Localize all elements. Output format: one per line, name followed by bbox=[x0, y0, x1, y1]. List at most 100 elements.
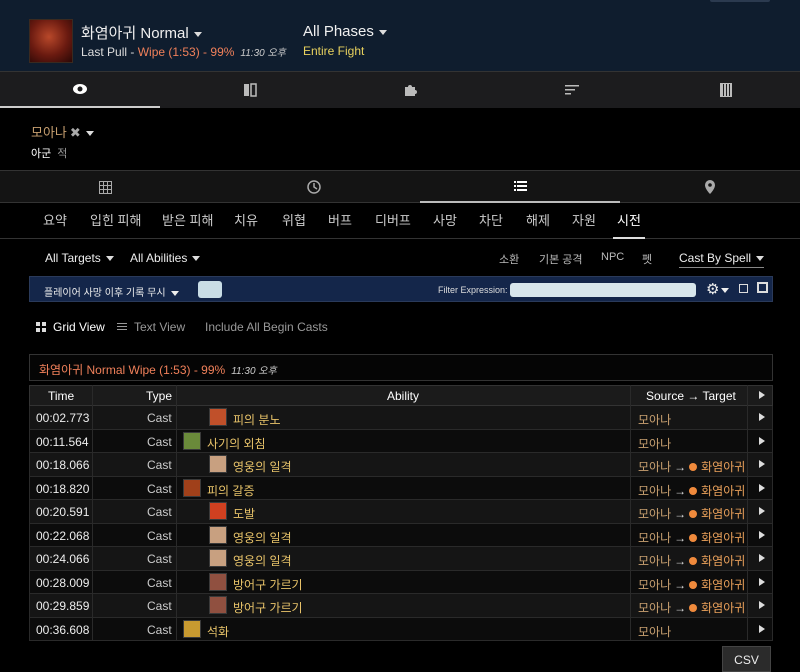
target-name[interactable]: 화염아귀 bbox=[701, 507, 745, 521]
target-name[interactable]: 화염아귀 bbox=[701, 531, 745, 545]
cell-ability[interactable]: 석화 bbox=[207, 623, 229, 640]
cell-source-target: 모아나 → 화염아귀 bbox=[638, 529, 745, 546]
target-name[interactable]: 화염아귀 bbox=[701, 554, 745, 568]
cell-ability[interactable]: 도발 bbox=[233, 505, 255, 522]
tab-resources[interactable]: 자원 bbox=[568, 203, 600, 239]
csv-export-button[interactable]: CSV bbox=[722, 646, 771, 672]
source-name[interactable]: 모아나 bbox=[638, 507, 671, 521]
header-source-target[interactable]: Source → Target bbox=[646, 389, 736, 403]
expand-row-icon[interactable] bbox=[759, 624, 765, 633]
expand-row-icon[interactable] bbox=[759, 554, 765, 562]
header-ability[interactable]: Ability bbox=[387, 389, 419, 403]
cast-by-dropdown[interactable]: Cast By Spell bbox=[679, 251, 765, 268]
tab-damage-taken[interactable]: 받은 피해 bbox=[158, 203, 217, 239]
expand-row-icon[interactable] bbox=[759, 460, 765, 468]
cell-ability[interactable]: 영웅의 일격 bbox=[233, 529, 292, 546]
table-row[interactable]: 00:36.608 Cast 석화 모아나 bbox=[29, 617, 773, 641]
table-row[interactable]: 00:11.564 Cast 사기의 외침 모아나 bbox=[29, 429, 773, 453]
tab-events-view[interactable] bbox=[420, 171, 620, 203]
header-time[interactable]: Time bbox=[48, 389, 74, 403]
expand-row-icon[interactable] bbox=[759, 413, 765, 421]
cell-ability[interactable]: 피의 갈증 bbox=[207, 482, 255, 499]
phase-selector[interactable]: All Phases bbox=[303, 23, 387, 40]
header-type[interactable]: Type bbox=[146, 389, 172, 403]
cell-ability[interactable]: 피의 분노 bbox=[233, 411, 281, 428]
table-row[interactable]: 00:18.820 Cast 피의 갈증 모아나 → 화염아귀 bbox=[29, 476, 773, 500]
table-row[interactable]: 00:22.068 Cast 영웅의 일격 모아나 → 화염아귀 bbox=[29, 523, 773, 547]
filter-pet[interactable]: 펫 bbox=[642, 251, 652, 267]
source-name[interactable]: 모아나 bbox=[638, 413, 671, 427]
filter-summon[interactable]: 소환 bbox=[499, 251, 519, 267]
source-name[interactable]: 모아나 bbox=[638, 460, 671, 474]
tab-sort[interactable] bbox=[492, 72, 652, 108]
table-row[interactable]: 00:24.066 Cast 영웅의 일격 모아나 → 화염아귀 bbox=[29, 547, 773, 571]
table-row[interactable]: 00:20.591 Cast 도발 모아나 → 화염아귀 bbox=[29, 500, 773, 524]
tab-buffs[interactable]: 버프 bbox=[324, 203, 356, 239]
tab-timeline-view[interactable] bbox=[214, 171, 414, 203]
tab-threat[interactable]: 위협 bbox=[278, 203, 310, 239]
cell-ability[interactable]: 영웅의 일격 bbox=[233, 552, 292, 569]
cell-source-target: 모아나 → 화염아귀 bbox=[638, 576, 745, 593]
target-name[interactable]: 화염아귀 bbox=[701, 460, 745, 474]
target-name[interactable]: 화염아귀 bbox=[701, 601, 745, 615]
tab-debuffs[interactable]: 디버프 bbox=[371, 203, 415, 239]
settings-dropdown[interactable]: ⚙ bbox=[706, 280, 730, 298]
expand-row-icon[interactable] bbox=[759, 530, 765, 539]
close-icon[interactable]: ✖ bbox=[70, 125, 81, 140]
table-row[interactable]: 00:02.773 Cast 피의 분노 모아나 bbox=[29, 406, 773, 430]
tab-overview[interactable] bbox=[0, 72, 160, 108]
source-name[interactable]: 모아나 bbox=[638, 484, 671, 498]
tab-book[interactable] bbox=[170, 72, 330, 108]
ally-option[interactable]: 아군 bbox=[31, 148, 51, 160]
target-name[interactable]: 화염아귀 bbox=[701, 484, 745, 498]
expand-all-icon[interactable] bbox=[759, 391, 765, 399]
tab-summary[interactable]: 요약 bbox=[39, 203, 71, 239]
expand-row-icon[interactable] bbox=[759, 436, 765, 445]
maximize-window-icon[interactable] bbox=[757, 282, 768, 293]
tab-map-view[interactable] bbox=[610, 171, 800, 203]
cell-ability[interactable]: 방어구 가르기 bbox=[233, 599, 303, 616]
filter-npc[interactable]: NPC bbox=[601, 251, 624, 263]
text-view-option[interactable]: Text View bbox=[117, 320, 185, 334]
expand-row-icon[interactable] bbox=[759, 601, 765, 609]
source-name[interactable]: 모아나 bbox=[638, 601, 671, 615]
expand-row-icon[interactable] bbox=[759, 577, 765, 586]
boss-selector[interactable]: 화염아귀 Normal bbox=[81, 22, 202, 43]
fight-summary: 화염아귀 Normal Wipe (1:53) - 99% 11:30 오후 bbox=[29, 354, 773, 381]
tab-damage-done[interactable]: 입힌 피해 bbox=[86, 203, 145, 239]
cell-ability[interactable]: 방어구 가르기 bbox=[233, 576, 303, 593]
top-button[interactable] bbox=[710, 0, 770, 2]
source-name[interactable]: 모아나 bbox=[638, 578, 671, 592]
ignore-after-death-dropdown[interactable]: 플레이어 사망 이후 기록 무시 bbox=[44, 284, 179, 299]
abilities-dropdown[interactable]: All Abilities bbox=[130, 251, 201, 265]
tab-interrupts[interactable]: 차단 bbox=[475, 203, 507, 239]
tab-deaths[interactable]: 사망 bbox=[429, 203, 461, 239]
source-name[interactable]: 모아나 bbox=[638, 531, 671, 545]
tab-columns[interactable] bbox=[646, 72, 800, 108]
table-row[interactable]: 00:28.009 Cast 방어구 가르기 모아나 → 화염아귀 bbox=[29, 570, 773, 594]
expand-row-icon[interactable] bbox=[759, 507, 765, 515]
tab-casts[interactable]: 시전 bbox=[613, 203, 645, 239]
targets-dropdown[interactable]: All Targets bbox=[45, 251, 114, 265]
table-row[interactable]: 00:29.859 Cast 방어구 가르기 모아나 → 화염아귀 bbox=[29, 594, 773, 618]
expand-row-icon[interactable] bbox=[759, 483, 765, 492]
cell-ability[interactable]: 사기의 외침 bbox=[207, 435, 266, 452]
player-selector[interactable]: 모아나 ✖ bbox=[31, 122, 94, 141]
restore-window-icon[interactable] bbox=[739, 284, 748, 293]
source-name[interactable]: 모아나 bbox=[638, 625, 671, 639]
tab-puzzle[interactable] bbox=[330, 72, 490, 108]
filter-expression-input[interactable] bbox=[510, 283, 696, 297]
enemy-option[interactable]: 적 bbox=[57, 148, 67, 160]
source-name[interactable]: 모아나 bbox=[638, 437, 671, 451]
tab-table-view[interactable] bbox=[5, 171, 205, 203]
tab-dispels[interactable]: 해제 bbox=[522, 203, 554, 239]
table-row[interactable]: 00:18.066 Cast 영웅의 일격 모아나 → 화염아귀 bbox=[29, 453, 773, 477]
ignore-toggle[interactable] bbox=[198, 281, 222, 298]
filter-basic-attack[interactable]: 기본 공격 bbox=[539, 251, 583, 267]
source-name[interactable]: 모아나 bbox=[638, 554, 671, 568]
grid-view-option[interactable]: Grid View bbox=[36, 320, 105, 334]
include-begin-casts-option[interactable]: Include All Begin Casts bbox=[205, 320, 328, 334]
tab-healing[interactable]: 치유 bbox=[230, 203, 262, 239]
target-name[interactable]: 화염아귀 bbox=[701, 578, 745, 592]
cell-ability[interactable]: 영웅의 일격 bbox=[233, 458, 292, 475]
